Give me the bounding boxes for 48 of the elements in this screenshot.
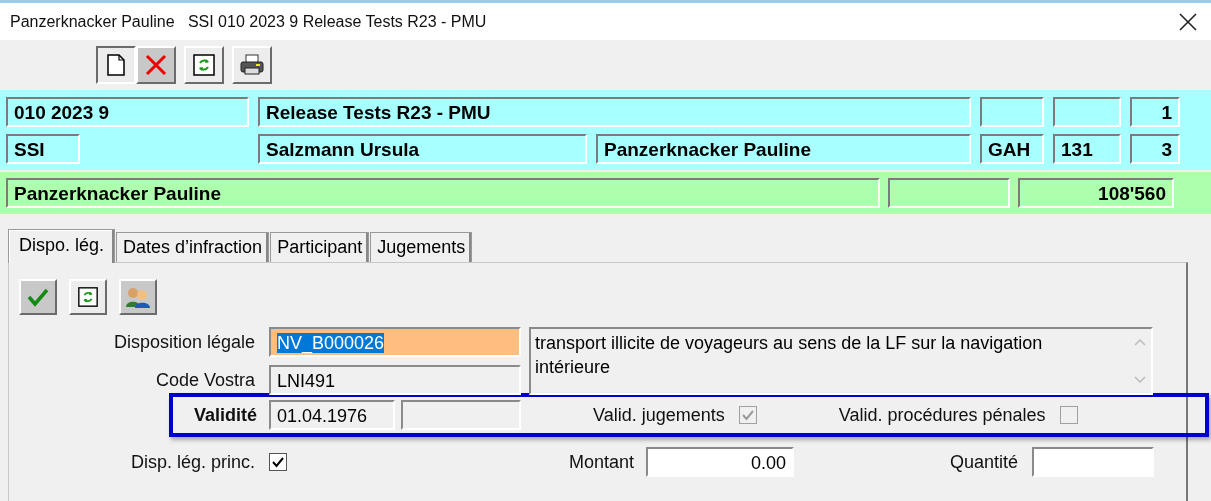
cross-icon [144, 53, 168, 77]
code-field: 131 [1053, 134, 1121, 164]
tab[interactable]: Jugements [370, 232, 473, 262]
amount-field[interactable]: 0.00 [646, 447, 795, 477]
field-label: Montant [569, 451, 635, 473]
checkbox-label: Valid. procédures pénales [838, 404, 1046, 426]
print-button[interactable] [232, 46, 272, 84]
printer-icon [239, 53, 265, 77]
case-title-field: Release Tests R23 - PMU [258, 97, 971, 127]
delete-button[interactable] [136, 46, 176, 84]
tab[interactable]: Dates d’infraction [116, 232, 270, 262]
case-number-field: 010 2023 9 [6, 97, 249, 127]
field-label: Validité [192, 404, 257, 426]
empty-field [1053, 97, 1121, 127]
people-button[interactable] [119, 279, 157, 315]
party-name-field: Panzerknacker Pauline [6, 178, 880, 208]
vostra-code-field[interactable]: LNI491 [269, 365, 521, 395]
legal-disposition-field[interactable]: NV_B000026 [269, 327, 521, 357]
refresh-icon [77, 286, 99, 308]
refresh-icon [192, 53, 216, 77]
description-text: transport illicite de voyageurs au sens de la LF sur la navigation intérieure [535, 332, 1044, 379]
close-icon[interactable] [1179, 12, 1197, 31]
document-icon [105, 53, 127, 77]
people-icon [125, 285, 151, 309]
field-label: Quantité [950, 451, 1019, 473]
window-title: Panzerknacker Pauline SSI 010 2023 9 Release Tests R23 - PMU [10, 12, 487, 31]
empty-field [980, 97, 1044, 127]
field-label: Disposition légale [112, 331, 255, 353]
validity-date-field[interactable]: 01.04.1976 [269, 400, 395, 430]
tab[interactable]: Dispo. lég. [8, 229, 116, 263]
checkbox[interactable] [269, 453, 287, 471]
refresh-button[interactable] [69, 279, 107, 315]
amount-field: 108'560 [1018, 178, 1174, 208]
checkbox-label: Disp. lég. princ. [129, 451, 255, 473]
new-document-button[interactable] [96, 46, 136, 84]
code-field: GAH [980, 134, 1044, 164]
empty-field[interactable] [401, 400, 521, 430]
tab[interactable]: Participant [270, 232, 370, 262]
clerk-field: Salzmann Ursula [258, 134, 587, 164]
refresh-button[interactable] [184, 46, 224, 84]
person-field: Panzerknacker Pauline [596, 134, 971, 164]
checkbox-label: Valid. jugements [593, 404, 725, 426]
count-field: 3 [1130, 134, 1180, 164]
count-field: 1 [1130, 97, 1180, 127]
quantity-field[interactable] [1032, 447, 1155, 477]
office-field: SSI [6, 134, 80, 164]
confirm-button[interactable] [19, 279, 57, 315]
field-label: Code Vostra [154, 369, 255, 391]
